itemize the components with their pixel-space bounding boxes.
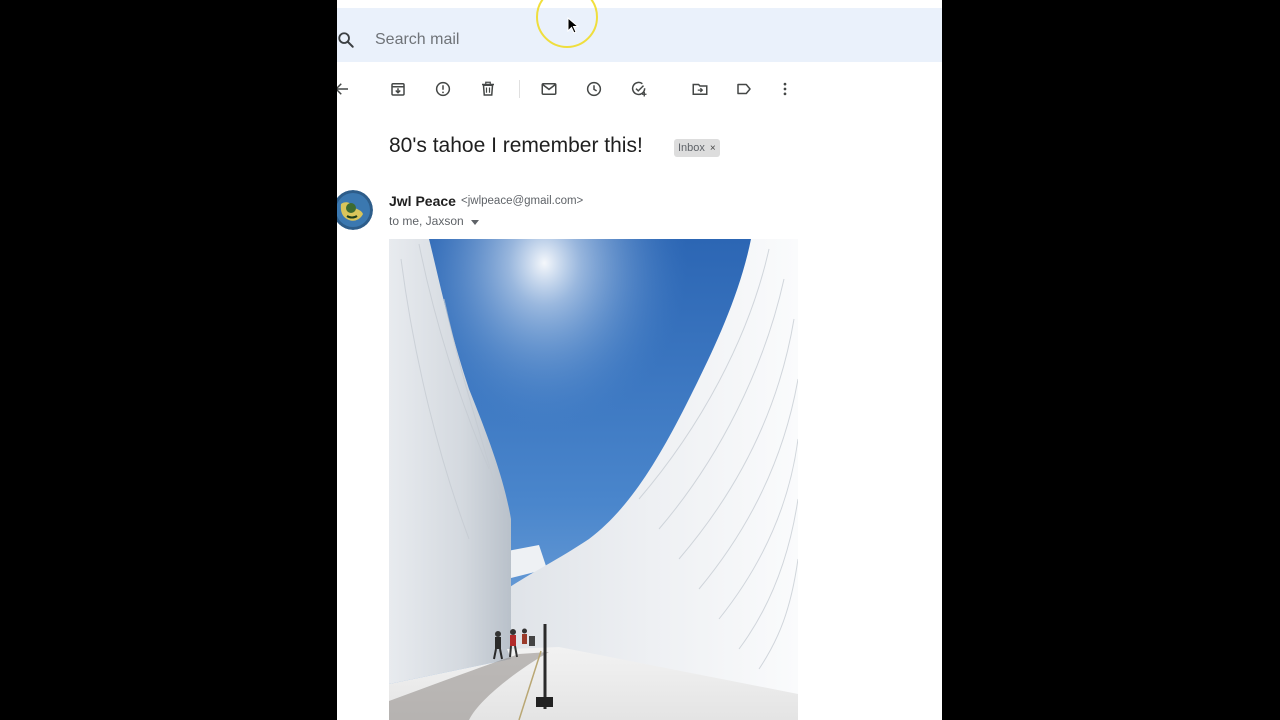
move-to-button[interactable]: [689, 78, 711, 100]
recipients-toggle[interactable]: to me, Jaxson: [389, 214, 479, 228]
avatar-image: [337, 190, 373, 230]
toolbar-divider: [519, 80, 520, 98]
mail-icon: [541, 83, 557, 95]
recipients-text: to me, Jaxson: [389, 214, 464, 228]
message-toolbar: [337, 74, 942, 104]
sender-email: <jwlpeace@gmail.com>: [461, 195, 584, 207]
caret-down-icon: [470, 219, 479, 225]
sender-name: Jwl Peace: [389, 193, 456, 209]
snow-canyon-image: [389, 239, 798, 720]
search-bar[interactable]: [337, 8, 942, 62]
labels-button[interactable]: [733, 78, 755, 100]
email-attached-photo[interactable]: [389, 239, 798, 720]
remove-label-button[interactable]: ×: [710, 143, 716, 154]
mark-unread-button[interactable]: [538, 78, 560, 100]
back-button[interactable]: [337, 78, 353, 100]
inbox-label-chip[interactable]: Inbox ×: [674, 139, 720, 157]
more-options-button[interactable]: [774, 78, 796, 100]
label-chip-text: Inbox: [678, 142, 705, 154]
report-icon: [435, 81, 451, 97]
trash-icon: [482, 81, 494, 96]
archive-button[interactable]: [387, 78, 409, 100]
mouse-cursor-icon: [567, 17, 579, 34]
search-icon[interactable]: [337, 31, 355, 49]
add-task-button[interactable]: [628, 78, 650, 100]
task-add-icon: [631, 81, 647, 97]
email-subject: 80's tahoe I remember this!: [389, 134, 643, 157]
search-input[interactable]: [373, 24, 897, 56]
arrow-left-icon: [337, 83, 348, 95]
folder-move-icon: [692, 83, 708, 95]
archive-icon: [391, 83, 405, 96]
delete-button[interactable]: [477, 78, 499, 100]
report-spam-button[interactable]: [432, 78, 454, 100]
sender-avatar[interactable]: [337, 190, 373, 230]
gmail-window: 80's tahoe I remember this! Inbox × Jwl …: [337, 0, 942, 720]
clock-icon: [586, 81, 602, 97]
more-vert-icon: [783, 82, 787, 96]
snooze-button[interactable]: [583, 78, 605, 100]
label-icon: [737, 83, 751, 95]
